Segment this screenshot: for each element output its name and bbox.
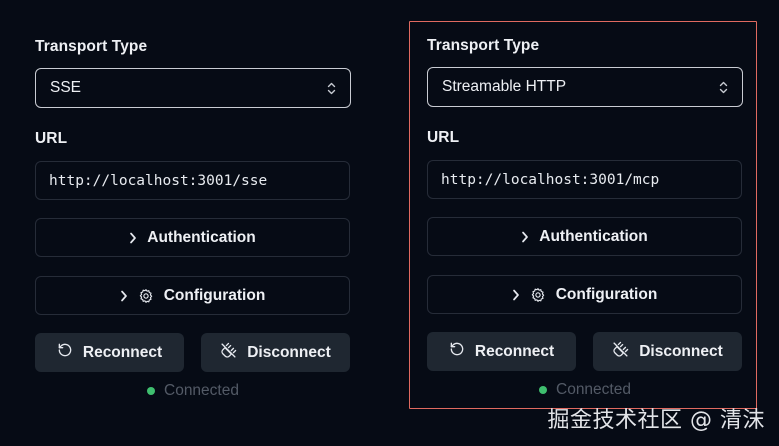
disconnect-label: Disconnect [247, 343, 331, 361]
status-text: Connected [164, 382, 239, 399]
url-input[interactable]: http://localhost:3001/mcp [427, 160, 742, 199]
configuration-toggle[interactable]: Configuration [35, 276, 350, 315]
page: Transport Type SSE URL http://localhost:… [0, 0, 779, 446]
configuration-label: Configuration [163, 286, 266, 304]
status-text: Connected [556, 381, 631, 398]
reconnect-button[interactable]: Reconnect [427, 332, 576, 371]
transport-type-value: Streamable HTTP [442, 78, 567, 95]
chevron-right-icon [120, 290, 128, 302]
reconnect-label: Reconnect [474, 342, 555, 360]
rotate-ccw-icon [449, 341, 465, 362]
unplug-icon [612, 341, 629, 363]
url-value: http://localhost:3001/sse [49, 172, 268, 189]
transport-type-value: SSE [50, 79, 82, 96]
status-dot [539, 386, 547, 394]
watermark: 掘金技术社区 @ 清沫 [547, 408, 765, 433]
configuration-toggle[interactable]: Configuration [427, 275, 742, 314]
chevron-right-icon [521, 231, 529, 243]
connection-status: Connected [35, 382, 351, 400]
chevron-up-down-icon [718, 80, 728, 94]
gear-icon [138, 288, 154, 304]
transport-type-label: Transport Type [35, 38, 148, 55]
url-label: URL [427, 129, 460, 146]
chevron-right-icon [129, 232, 137, 244]
unplug-icon [220, 342, 237, 364]
configuration-label: Configuration [555, 285, 658, 303]
rotate-ccw-icon [57, 342, 73, 363]
transport-type-select[interactable]: Streamable HTTP [427, 67, 743, 107]
disconnect-button[interactable]: Disconnect [201, 333, 350, 372]
status-dot [147, 387, 155, 395]
gear-icon [530, 287, 546, 303]
chevron-right-icon [512, 289, 520, 301]
chevron-up-down-icon [326, 81, 336, 95]
connection-status: Connected [427, 381, 743, 399]
transport-type-select[interactable]: SSE [35, 68, 351, 108]
url-input[interactable]: http://localhost:3001/sse [35, 161, 350, 200]
disconnect-label: Disconnect [639, 342, 723, 360]
disconnect-button[interactable]: Disconnect [593, 332, 742, 371]
authentication-label: Authentication [539, 227, 648, 245]
url-value: http://localhost:3001/mcp [441, 171, 660, 188]
transport-type-label: Transport Type [427, 37, 540, 54]
authentication-toggle[interactable]: Authentication [35, 218, 350, 257]
url-label: URL [35, 130, 68, 147]
reconnect-label: Reconnect [82, 343, 163, 361]
reconnect-button[interactable]: Reconnect [35, 333, 184, 372]
authentication-label: Authentication [147, 228, 256, 246]
authentication-toggle[interactable]: Authentication [427, 217, 742, 256]
